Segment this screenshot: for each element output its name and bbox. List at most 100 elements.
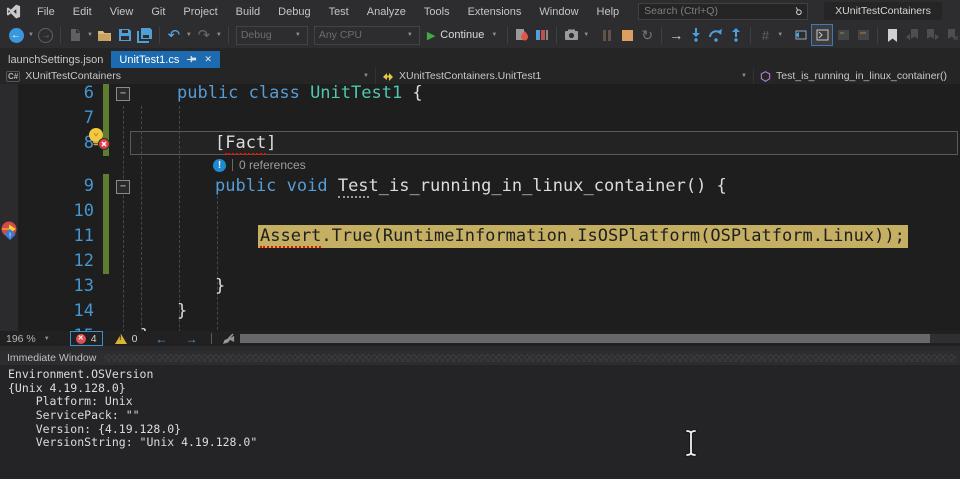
menu-extensions[interactable]: Extensions	[459, 3, 531, 21]
next-bookmark-button[interactable]	[922, 25, 942, 45]
navigate-back-dropdown-icon[interactable]: ▼	[26, 32, 36, 38]
zoom-level[interactable]: 196 %	[6, 333, 36, 345]
lightbulb-error-icon[interactable]	[86, 126, 112, 152]
code-line-15[interactable]: 15}	[0, 324, 960, 331]
code-line-8[interactable]: 8[Fact]	[0, 131, 960, 156]
menu-git[interactable]: Git	[142, 3, 174, 21]
pin-tab-icon[interactable]	[186, 54, 197, 65]
warning-count-button[interactable]: 0	[115, 333, 138, 345]
hex-display-button[interactable]: #	[755, 25, 775, 45]
code-text: }	[177, 299, 187, 324]
show-next-statement-button[interactable]: →	[666, 25, 686, 45]
step-into-button[interactable]	[686, 25, 706, 45]
toggle-bookmark-button[interactable]	[882, 25, 902, 45]
restart-button[interactable]: ↻	[637, 25, 657, 45]
visual-studio-window: FileEditViewGitProjectBuildDebugTestAnal…	[0, 0, 960, 479]
solution-configuration-dropdown[interactable]: Debug▼	[236, 26, 308, 45]
save-button[interactable]	[115, 25, 135, 45]
menu-bar: FileEditViewGitProjectBuildDebugTestAnal…	[28, 2, 628, 20]
visual-studio-logo-icon	[5, 4, 22, 19]
solution-platform-dropdown[interactable]: Any CPU▼	[314, 26, 420, 45]
step-over-button[interactable]	[706, 25, 726, 45]
menu-debug[interactable]: Debug	[269, 3, 319, 21]
menu-file[interactable]: File	[28, 3, 64, 21]
navigate-back-button[interactable]: ←	[6, 25, 26, 45]
open-folder-button[interactable]	[95, 25, 115, 45]
menu-view[interactable]: View	[101, 3, 143, 21]
code-line-7[interactable]: 7	[0, 106, 960, 131]
immediate-content[interactable]: Environment.OSVersion{Unix 4.19.128.0} P…	[0, 365, 960, 479]
class-icon	[382, 71, 394, 82]
breadcrumb-type-dropdown[interactable]: XUnitTestContainers.UnitTest1 ▼	[376, 68, 754, 84]
current-statement-breakpoint-icon[interactable]: !	[0, 221, 19, 240]
code-editor[interactable]: 6−public class UnitTest1 {78[Fact]!0 ref…	[0, 84, 960, 331]
menu-tools[interactable]: Tools	[415, 3, 459, 21]
menu-test[interactable]: Test	[320, 3, 358, 21]
scrollbar-thumb[interactable]	[240, 334, 930, 343]
menu-analyze[interactable]: Analyze	[358, 3, 415, 21]
code-text: }	[140, 324, 150, 331]
previous-issue-button[interactable]: ←	[155, 332, 167, 346]
navigate-forward-button[interactable]: →	[36, 25, 56, 45]
save-all-button[interactable]	[135, 25, 155, 45]
line-number: 9	[0, 174, 94, 199]
live-share-camera-button[interactable]	[561, 25, 581, 45]
hex-dropdown-icon[interactable]: ▼	[775, 32, 785, 38]
scroll-left-arrow[interactable]: ◀	[228, 334, 234, 343]
apply-code-changes-button[interactable]	[532, 25, 552, 45]
code-line-11[interactable]: 11Assert.True(RuntimeInformation.IsOSPla…	[0, 224, 960, 249]
redo-dropdown-icon[interactable]: ▼	[214, 32, 224, 38]
clear-bookmarks-button[interactable]	[942, 25, 960, 45]
menu-edit[interactable]: Edit	[64, 3, 101, 21]
zoom-dropdown-icon[interactable]: ▼	[44, 336, 50, 342]
breadcrumb-project-dropdown[interactable]: C# XUnitTestContainers ▼	[0, 68, 376, 84]
breadcrumb-member-dropdown[interactable]: Test_is_running_in_linux_container()	[754, 68, 960, 84]
stop-debugging-button[interactable]	[617, 25, 637, 45]
menu-window[interactable]: Window	[530, 3, 587, 21]
redo-button[interactable]: ↷	[194, 25, 214, 45]
undo-dropdown-icon[interactable]: ▼	[184, 32, 194, 38]
next-issue-button[interactable]: →	[185, 332, 197, 346]
fold-collapse-icon[interactable]: −	[116, 180, 130, 194]
menu-help[interactable]: Help	[588, 3, 629, 21]
close-tab-icon[interactable]: ✕	[204, 54, 212, 65]
code-line-6[interactable]: 6−public class UnitTest1 {	[0, 84, 960, 106]
line-number: 14	[0, 299, 94, 324]
code-line-10[interactable]: 10	[0, 199, 960, 224]
tab-launchSettings.json[interactable]: launchSettings.json	[0, 51, 111, 68]
header-drag-hatch[interactable]	[104, 354, 956, 362]
tab-UnitTest1.cs[interactable]: UnitTest1.cs✕	[111, 51, 219, 68]
camera-dropdown-icon[interactable]: ▼	[581, 32, 591, 38]
search-box[interactable]: Search (Ctrl+Q) ☌	[638, 3, 808, 20]
call-stack-window-button[interactable]	[853, 25, 873, 45]
breakpoint-window-button[interactable]	[791, 25, 811, 45]
continue-dropdown-icon[interactable]: ▼	[489, 32, 499, 38]
codelens-references[interactable]: 0 references	[239, 158, 306, 172]
continue-button[interactable]: ▶ Continue ▼	[427, 29, 499, 42]
immediate-window-header[interactable]: Immediate Window	[0, 351, 960, 365]
pause-button[interactable]	[597, 25, 617, 45]
fold-collapse-icon[interactable]: −	[116, 87, 130, 101]
codelens-info-icon[interactable]: !	[213, 159, 226, 172]
horizontal-scrollbar[interactable]	[240, 334, 960, 343]
error-count-button[interactable]: ✕ 4	[70, 331, 103, 346]
new-project-button[interactable]	[65, 25, 85, 45]
step-out-button[interactable]	[726, 25, 746, 45]
code-line-12[interactable]: 12	[0, 249, 960, 274]
watch-window-button[interactable]	[833, 25, 853, 45]
undo-button[interactable]: ↶	[164, 25, 184, 45]
new-project-dropdown-icon[interactable]: ▼	[85, 32, 95, 38]
code-line-14[interactable]: 14}	[0, 299, 960, 324]
menu-build[interactable]: Build	[227, 3, 269, 21]
editor-status-strip: 196 % ▼ ✕ 4 0 ← → ▼ ◀	[0, 331, 960, 346]
menu-project[interactable]: Project	[174, 3, 226, 21]
code-line-13[interactable]: 13}	[0, 274, 960, 299]
line-number: 6	[0, 84, 94, 106]
previous-bookmark-button[interactable]	[902, 25, 922, 45]
code-line-9[interactable]: 9−public void Test_is_running_in_linux_c…	[0, 174, 960, 199]
immediate-window-button[interactable]	[811, 24, 833, 46]
warning-icon	[115, 334, 127, 344]
window-title: XUnitTestContainers	[824, 2, 942, 20]
hot-reload-button[interactable]	[512, 25, 532, 45]
tab-label: launchSettings.json	[8, 54, 103, 66]
